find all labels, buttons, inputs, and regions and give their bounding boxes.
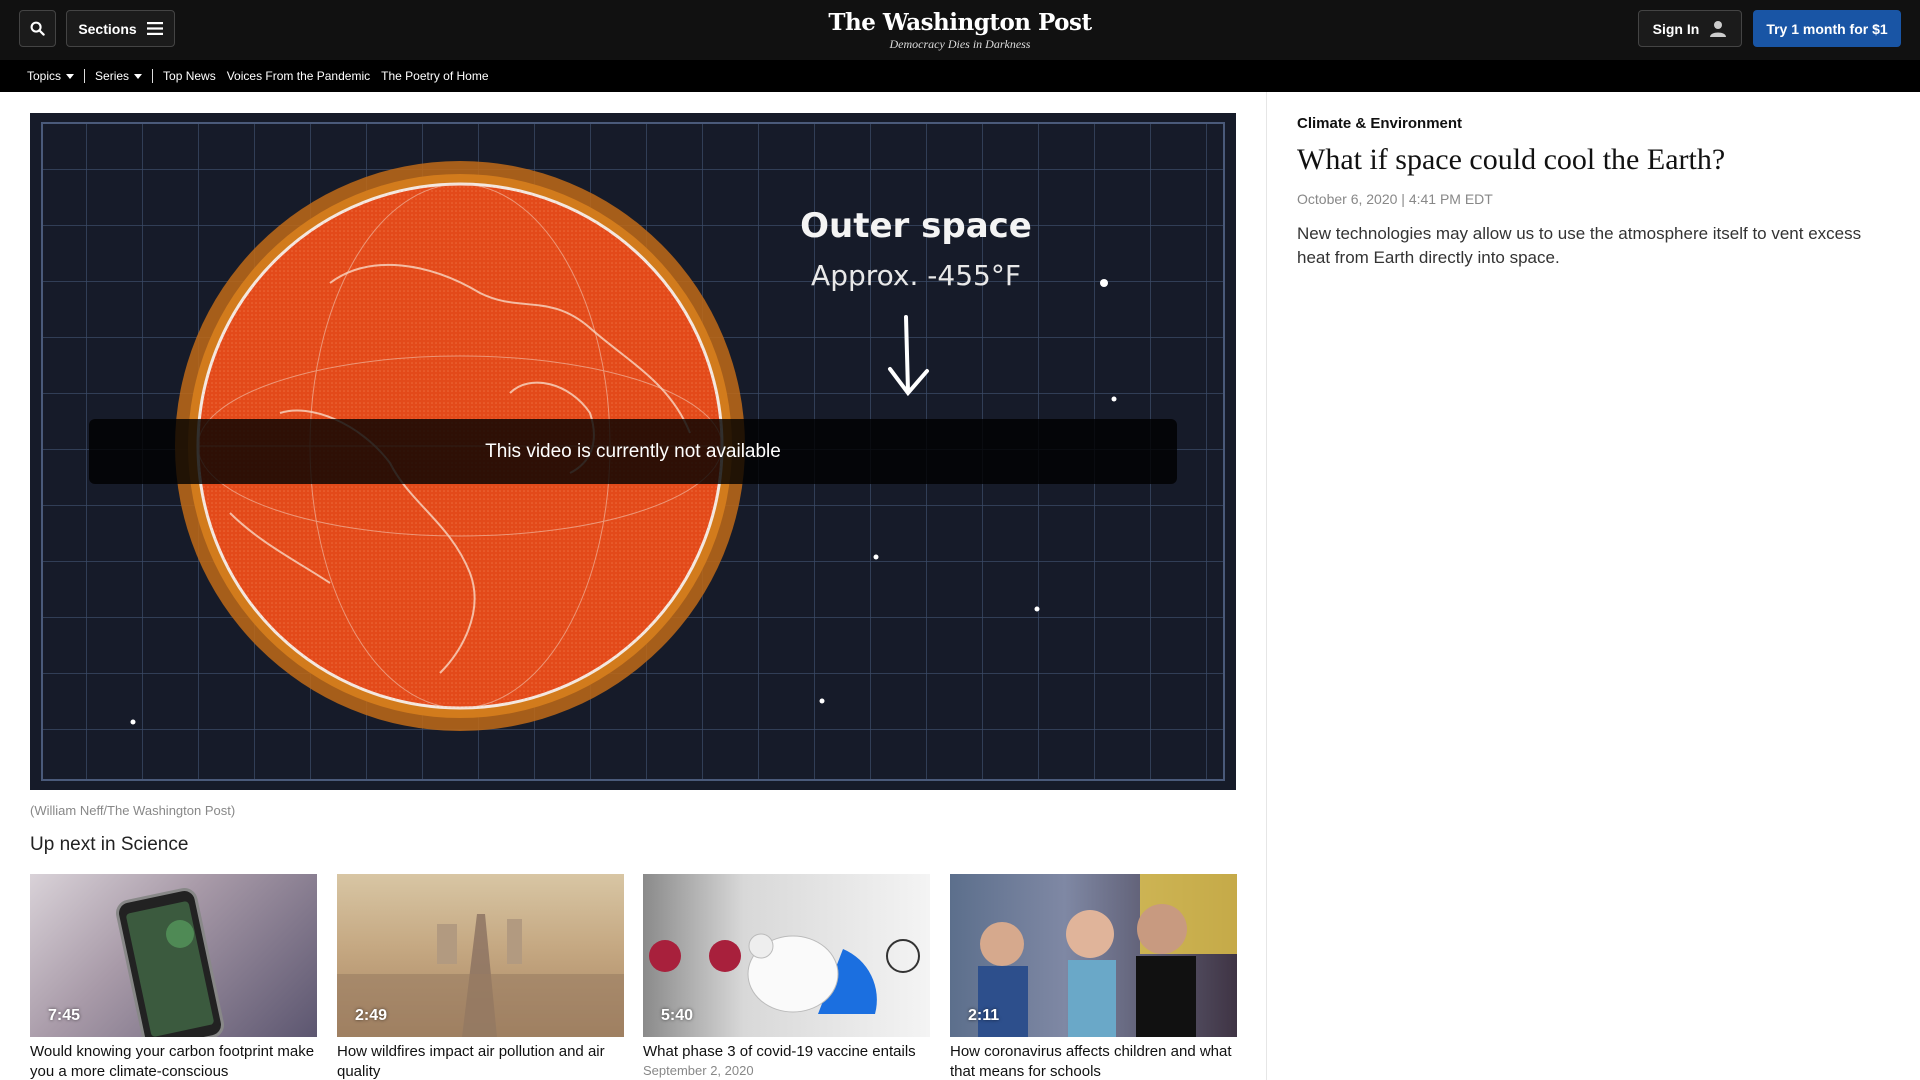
- nav-separator: [84, 69, 86, 83]
- search-button[interactable]: [19, 10, 56, 47]
- video-credit: (William Neff/The Washington Post): [30, 803, 236, 818]
- brand-name: The Washington Post: [828, 9, 1092, 36]
- article-section-kicker[interactable]: Climate & Environment: [1297, 115, 1462, 132]
- video-thumbnail[interactable]: 7:45: [30, 874, 317, 1037]
- video-duration: 2:49: [355, 1007, 388, 1024]
- video-thumbnail[interactable]: 2:49: [337, 874, 624, 1037]
- column-divider: [1266, 92, 1267, 1080]
- video-card-title[interactable]: How wildfires impact air pollution and a…: [337, 1042, 624, 1080]
- video-card-date: September 2, 2020: [643, 1063, 754, 1078]
- nav-link-voices-pandemic[interactable]: Voices From the Pandemic: [227, 69, 370, 83]
- video-card[interactable]: 2:11 How coronavirus affects children an…: [950, 874, 1237, 1080]
- article-date: October 6, 2020 | 4:41 PM EDT: [1297, 191, 1493, 207]
- overlay-title: Outer space: [800, 206, 1032, 246]
- video-thumbnail[interactable]: 5:40: [643, 874, 930, 1037]
- nav-link-top-news[interactable]: Top News: [163, 69, 216, 83]
- video-card[interactable]: 2:49 How wildfires impact air pollution …: [337, 874, 624, 1080]
- brand-logo[interactable]: The Washington Post Democracy Dies in Da…: [810, 9, 1110, 52]
- video-card-title[interactable]: How coronavirus affects children and wha…: [950, 1042, 1237, 1080]
- video-thumbnail[interactable]: 2:11: [950, 874, 1237, 1037]
- sign-in-button[interactable]: Sign In: [1638, 10, 1742, 47]
- topics-label: Topics: [27, 69, 62, 83]
- user-icon: [1710, 20, 1727, 37]
- sections-button[interactable]: Sections: [66, 10, 175, 47]
- brand-tagline: Democracy Dies in Darkness: [889, 37, 1031, 51]
- nav-link-poetry-home[interactable]: The Poetry of Home: [381, 69, 488, 83]
- caret-down-icon: [134, 73, 143, 79]
- hamburger-icon: [146, 22, 163, 35]
- video-card-title[interactable]: What phase 3 of covid-19 vaccine entails: [643, 1042, 930, 1062]
- video-player[interactable]: Outer space Approx. -455°F This video is…: [30, 113, 1236, 790]
- topics-menu[interactable]: Topics: [27, 69, 75, 83]
- sub-navigation: Topics Series Top News Voices From the P…: [0, 60, 1920, 92]
- caret-down-icon: [66, 73, 75, 79]
- series-menu[interactable]: Series: [95, 69, 143, 83]
- video-duration: 5:40: [661, 1007, 694, 1024]
- video-duration: 2:11: [968, 1007, 1000, 1024]
- overlay-temp: Approx. -455°F: [811, 259, 1021, 292]
- top-bar: Sections The Washington Post Democracy D…: [0, 0, 1920, 60]
- article-headline: What if space could cool the Earth?: [1297, 143, 1726, 176]
- sections-label: Sections: [78, 20, 137, 37]
- video-card[interactable]: 7:45 Would knowing your carbon footprint…: [30, 874, 317, 1080]
- video-card[interactable]: 5:40 What phase 3 of covid-19 vaccine en…: [643, 874, 930, 1078]
- article-blurb: New technologies may allow us to use the…: [1297, 224, 1862, 267]
- series-label: Series: [95, 69, 130, 83]
- video-card-title[interactable]: Would knowing your carbon footprint make…: [30, 1042, 317, 1080]
- subscribe-button[interactable]: Try 1 month for $1: [1753, 10, 1901, 47]
- nav-separator: [152, 69, 154, 83]
- video-unavailable-message: This video is currently not available: [89, 419, 1177, 484]
- sign-in-label: Sign In: [1652, 20, 1700, 37]
- up-next-heading: Up next in Science: [30, 834, 189, 855]
- search-icon: [30, 21, 45, 36]
- video-duration: 7:45: [48, 1007, 81, 1024]
